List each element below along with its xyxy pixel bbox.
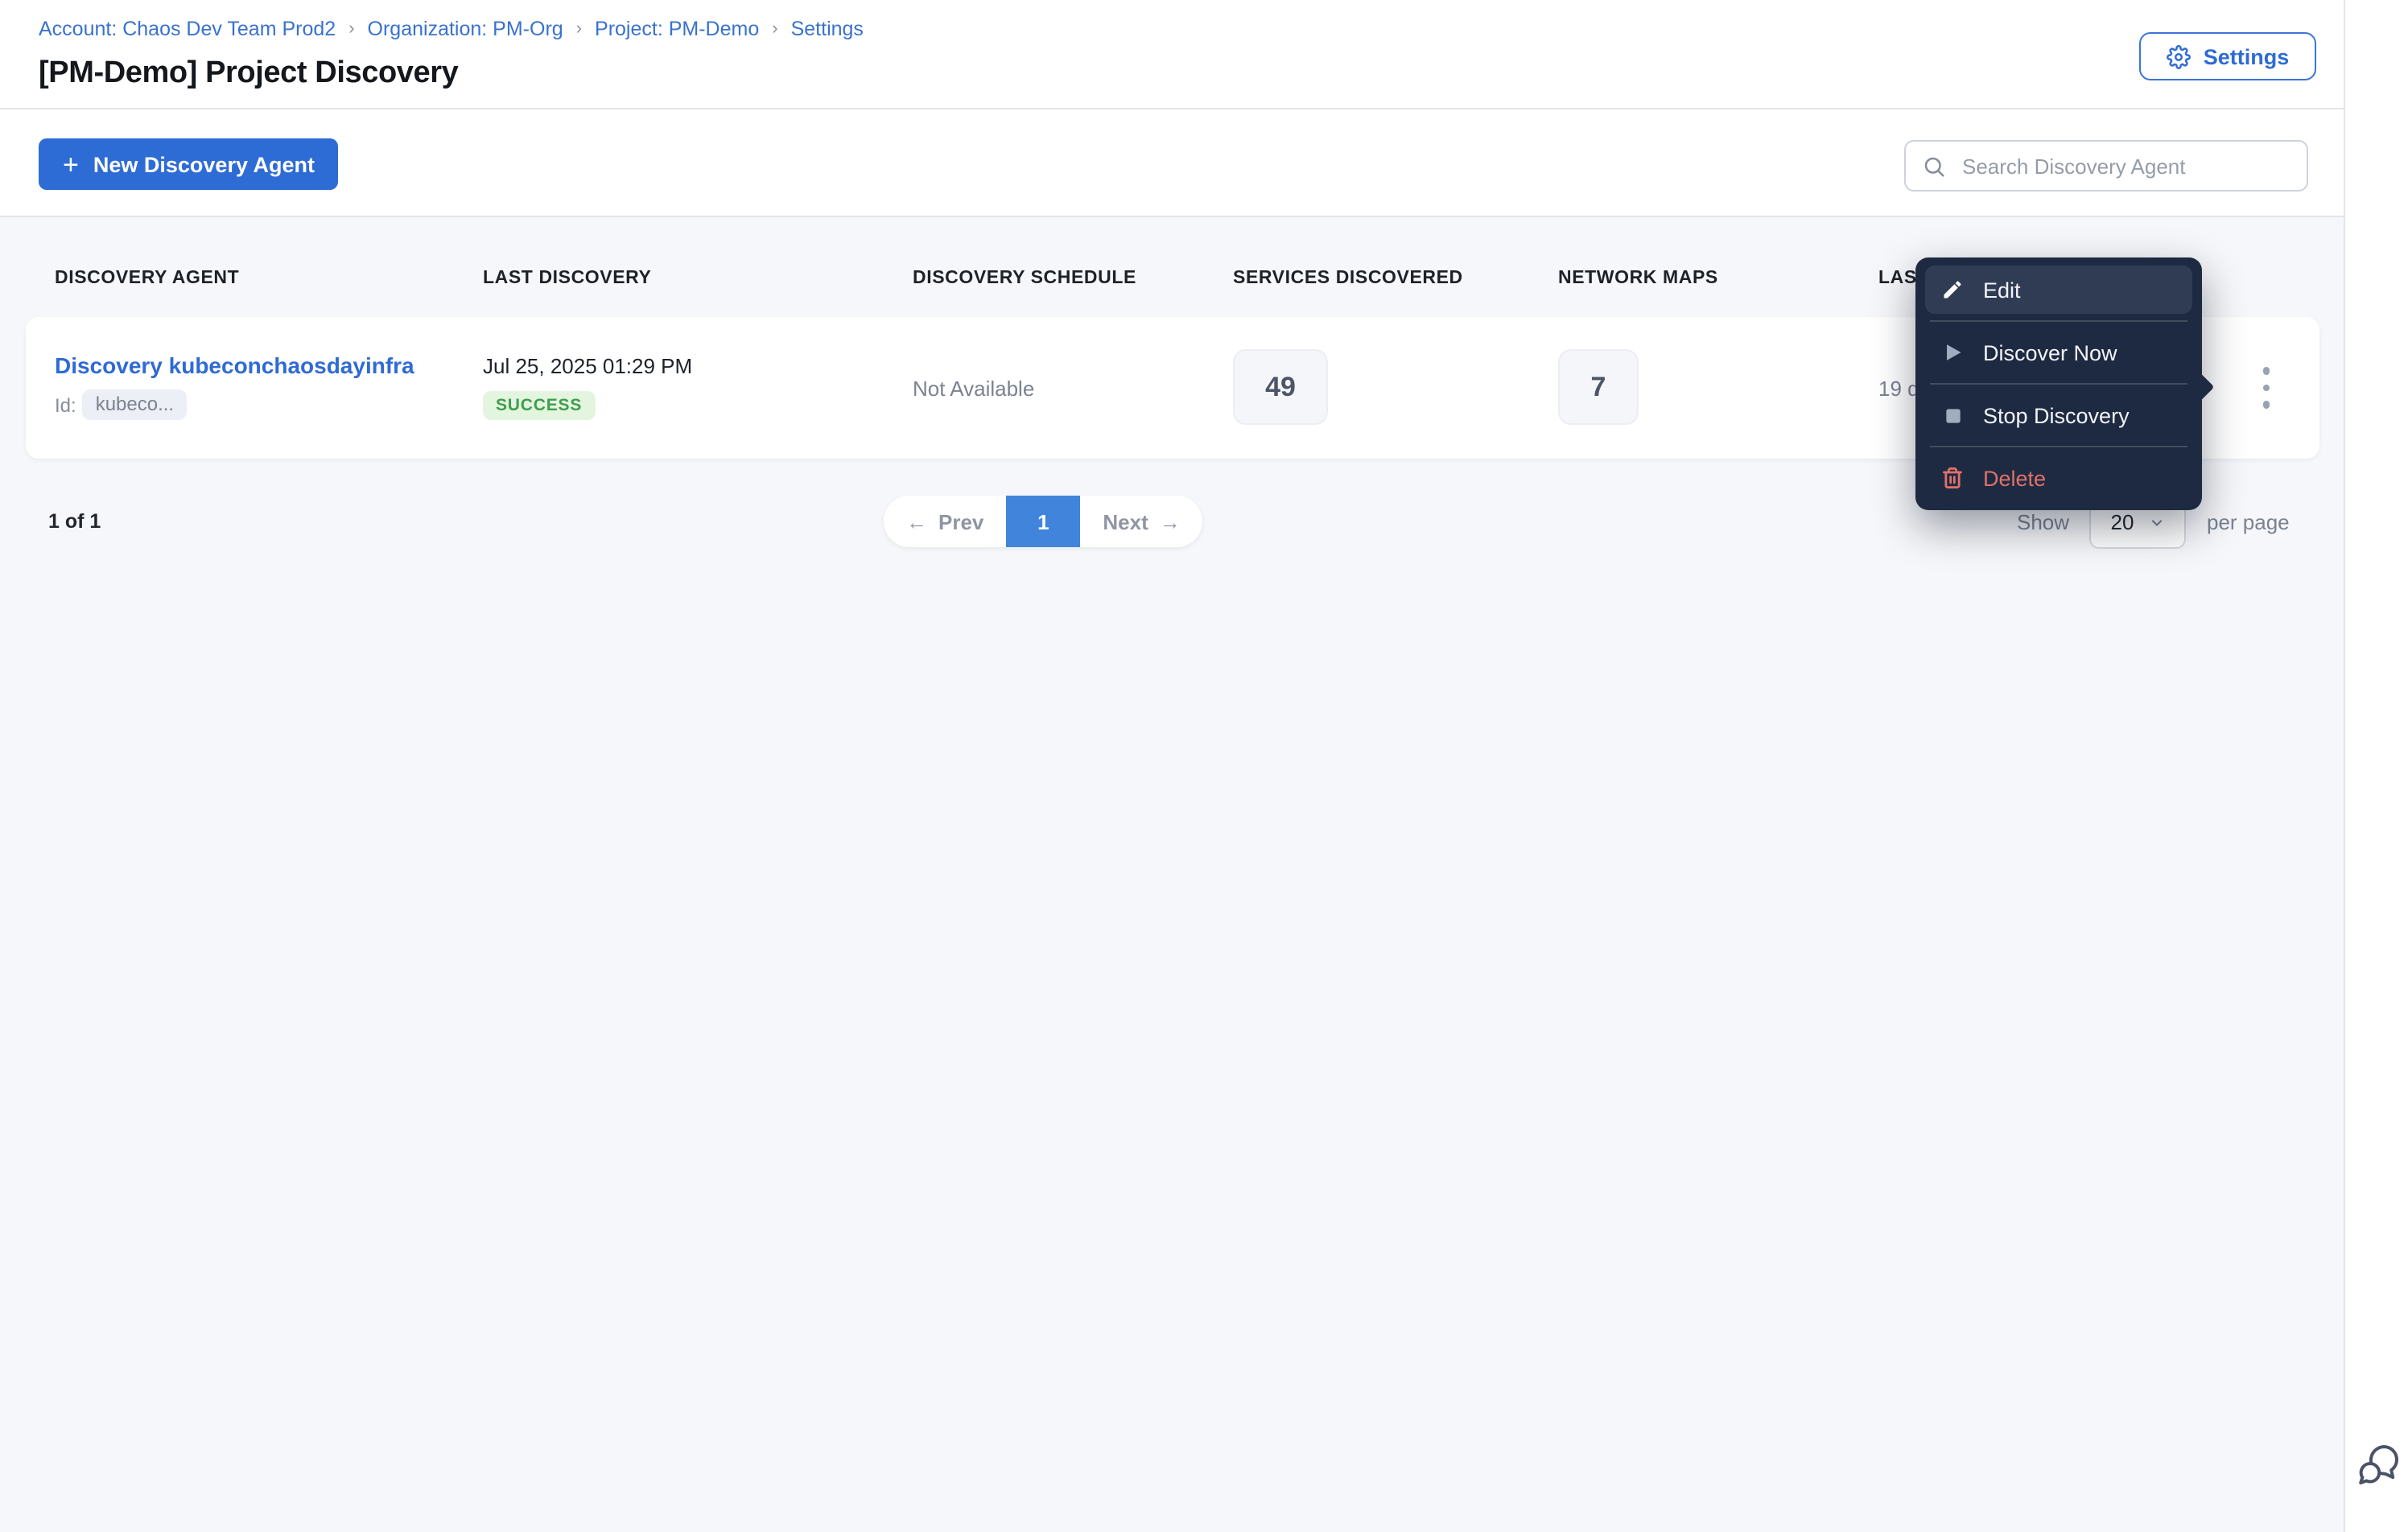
- new-discovery-agent-button[interactable]: + New Discovery Agent: [39, 138, 339, 190]
- row-actions-kebab-icon[interactable]: [2247, 362, 2286, 414]
- services-discovered-count[interactable]: 49: [1233, 349, 1328, 425]
- status-badge: SUCCESS: [483, 391, 596, 420]
- search-input[interactable]: [1959, 152, 2290, 179]
- settings-button-label: Settings: [2203, 44, 2290, 68]
- trash-icon: [1940, 465, 1965, 491]
- discovery-schedule-value: Not Available: [913, 377, 1035, 401]
- chevron-down-icon: [2148, 514, 2164, 530]
- discovery-agent-link[interactable]: Discovery kubeconchaosdayinfra: [55, 352, 414, 378]
- column-header-discovery-agent: DISCOVERY AGENT: [55, 269, 240, 288]
- arrow-left-icon: ←: [906, 509, 927, 533]
- menu-divider: [1930, 320, 2187, 322]
- discover-now-label: Discover Now: [1983, 340, 2117, 364]
- stop-icon: [1940, 402, 1965, 428]
- next-label: Next: [1103, 509, 1148, 533]
- page-title: [PM-Demo] Project Discovery: [39, 56, 459, 90]
- pagination-pill: ← Prev 1 Next →: [884, 496, 1203, 547]
- row-actions-context-menu: Edit Discover Now Stop Discovery Delete: [1915, 257, 2215, 510]
- stop-discovery-label: Stop Discovery: [1983, 403, 2130, 427]
- agent-id-value: kubeco...: [82, 389, 188, 420]
- context-menu-item-discover-now[interactable]: Discover Now: [1925, 328, 2192, 377]
- new-discovery-agent-label: New Discovery Agent: [93, 152, 315, 176]
- search-icon: [1922, 154, 1946, 178]
- show-label: Show: [2017, 510, 2070, 534]
- column-header-discovery-schedule: DISCOVERY SCHEDULE: [913, 269, 1136, 288]
- chevron-right-icon: ›: [575, 19, 583, 39]
- gear-icon: [2167, 43, 2192, 69]
- page-header: Account: Chaos Dev Team Prod2 › Organiza…: [0, 0, 2344, 109]
- delete-label: Delete: [1983, 466, 2047, 490]
- network-maps-count[interactable]: 7: [1558, 349, 1639, 425]
- breadcrumb-organization-link[interactable]: Organization: PM-Org: [368, 18, 563, 40]
- prev-page-button[interactable]: ← Prev: [884, 496, 1007, 547]
- arrow-right-icon: →: [1159, 509, 1181, 533]
- toolbar: + New Discovery Agent: [0, 109, 2344, 217]
- last-discovery-time: Jul 25, 2025 01:29 PM: [483, 354, 693, 378]
- context-menu-item-stop-discovery[interactable]: Stop Discovery: [1925, 391, 2192, 439]
- menu-divider: [1930, 446, 2187, 447]
- column-header-last-discovery: LAST DISCOVERY: [483, 269, 652, 288]
- breadcrumb: Account: Chaos Dev Team Prod2 › Organiza…: [39, 18, 864, 40]
- per-page-label: per page: [2207, 510, 2290, 534]
- plus-icon: +: [63, 149, 79, 179]
- edit-label: Edit: [1983, 278, 2021, 302]
- column-header-services-discovered: SERVICES DISCOVERED: [1233, 269, 1463, 288]
- agent-id-label: Id:: [55, 393, 76, 416]
- play-icon: [1940, 340, 1965, 365]
- chevron-right-icon: ›: [772, 19, 778, 39]
- pagination-range-summary: 1 of 1: [48, 510, 101, 533]
- prev-label: Prev: [938, 509, 984, 533]
- context-menu-item-delete[interactable]: Delete: [1925, 454, 2192, 502]
- menu-divider: [1930, 383, 2187, 385]
- project-discovery-page: Account: Chaos Dev Team Prod2 › Organiza…: [0, 0, 2408, 1532]
- breadcrumb-settings-link[interactable]: Settings: [791, 18, 864, 40]
- page-size-value: 20: [2110, 510, 2134, 534]
- kebab-dot: [2262, 384, 2270, 392]
- pencil-icon: [1940, 277, 1965, 303]
- right-gutter: [2344, 0, 2408, 1532]
- breadcrumb-project-link[interactable]: Project: PM-Demo: [595, 18, 759, 40]
- chat-support-icon[interactable]: [2355, 1442, 2403, 1493]
- kebab-dot: [2262, 401, 2270, 409]
- breadcrumb-account-link[interactable]: Account: Chaos Dev Team Prod2: [39, 18, 336, 40]
- next-page-button[interactable]: Next →: [1080, 496, 1203, 547]
- agent-id: Id: kubeco...: [55, 389, 188, 420]
- chevron-right-icon: ›: [348, 19, 355, 39]
- settings-button[interactable]: Settings: [2139, 32, 2316, 80]
- current-page-button[interactable]: 1: [1006, 496, 1081, 547]
- column-header-network-maps: NETWORK MAPS: [1558, 269, 1718, 288]
- search-box: [1904, 140, 2308, 192]
- kebab-dot: [2262, 367, 2270, 375]
- context-menu-item-edit[interactable]: Edit: [1925, 266, 2192, 314]
